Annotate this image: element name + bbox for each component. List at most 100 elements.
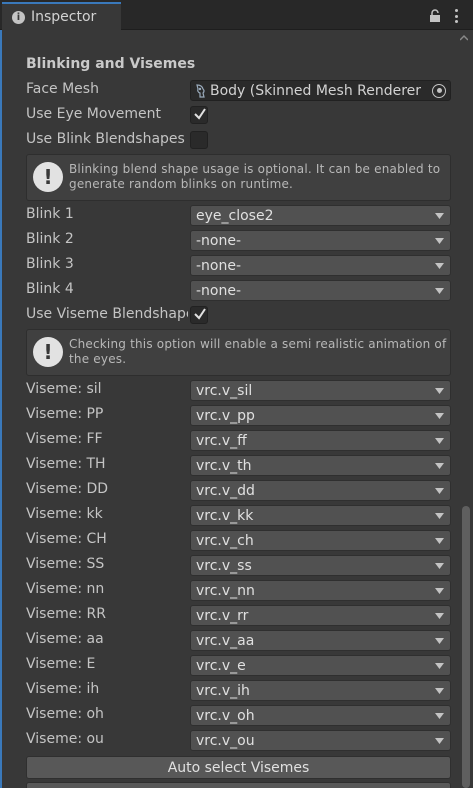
chevron-down-icon: [435, 687, 444, 694]
dropdown-value: vrc.v_nn: [196, 582, 255, 599]
chevron-down-icon: [435, 287, 444, 294]
viseme-label: Viseme: SS: [26, 556, 105, 572]
blink-3-dropdown[interactable]: -none-: [190, 255, 451, 276]
viseme-label: Viseme: ou: [26, 731, 104, 747]
blink-blendshapes-checkbox[interactable]: [190, 131, 208, 149]
blink-4-dropdown[interactable]: -none-: [190, 280, 451, 301]
viseme-blendshapes-label: Use Viseme Blendshapes: [26, 306, 188, 322]
section-title: Blinking and Visemes: [26, 56, 196, 72]
object-picker-icon[interactable]: [432, 83, 446, 98]
dropdown-value: vrc.v_ff: [196, 432, 247, 449]
viseme-pp-dropdown[interactable]: vrc.v_pp: [190, 405, 451, 426]
viseme-ou-dropdown[interactable]: vrc.v_ou: [190, 730, 451, 751]
viseme-aa-dropdown[interactable]: vrc.v_aa: [190, 630, 451, 651]
auto-select-visemes-button[interactable]: Auto select Visemes: [26, 756, 451, 779]
chevron-down-icon: [435, 487, 444, 494]
viseme-label: Viseme: FF: [26, 431, 103, 447]
scrollbar-thumb[interactable]: [462, 506, 470, 788]
dropdown-value: vrc.v_th: [196, 457, 252, 474]
viseme-label: Viseme: DD: [26, 481, 109, 497]
face-mesh-field[interactable]: Body (Skinned Mesh Renderer: [190, 80, 451, 101]
chevron-down-icon: [435, 587, 444, 594]
viseme-e-dropdown[interactable]: vrc.v_e: [190, 655, 451, 676]
chevron-down-icon: [435, 737, 444, 744]
viseme-ch-dropdown[interactable]: vrc.v_ch: [190, 530, 451, 551]
chevron-down-icon: [435, 512, 444, 519]
chevron-down-icon: [435, 537, 444, 544]
viseme-label: Viseme: sil: [26, 381, 102, 397]
face-mesh-label: Face Mesh: [26, 81, 99, 97]
checkmark-icon: [194, 308, 206, 320]
chevron-down-icon: [435, 237, 444, 244]
dropdown-value: -none-: [196, 232, 242, 249]
chevron-down-icon: [435, 437, 444, 444]
viseme-blendshapes-checkbox[interactable]: [190, 306, 208, 324]
dropdown-value: eye_close2: [196, 207, 274, 224]
chevron-down-icon: [435, 412, 444, 419]
blink-label: Blink 2: [26, 231, 74, 247]
viseme-label: Viseme: TH: [26, 456, 106, 472]
dropdown-value: -none-: [196, 257, 242, 274]
face-mesh-value: Body (Skinned Mesh Renderer: [210, 82, 422, 99]
dropdown-value: vrc.v_pp: [196, 407, 255, 424]
chevron-down-icon: [435, 712, 444, 719]
viseme-rr-dropdown[interactable]: vrc.v_rr: [190, 605, 451, 626]
blink-label: Blink 3: [26, 256, 74, 272]
blink-help-box: ! Blinking blend shape usage is optional…: [26, 154, 451, 201]
skinned-mesh-icon: [196, 83, 205, 98]
tab-inspector[interactable]: i Inspector: [2, 2, 121, 30]
viseme-ff-dropdown[interactable]: vrc.v_ff: [190, 430, 451, 451]
viseme-help-box: ! Checking this option will enable a sem…: [26, 329, 451, 376]
chevron-down-icon: [435, 562, 444, 569]
viseme-th-dropdown[interactable]: vrc.v_th: [190, 455, 451, 476]
chevron-down-icon: [435, 612, 444, 619]
viseme-label: Viseme: oh: [26, 706, 104, 722]
viseme-label: Viseme: nn: [26, 581, 105, 597]
viseme-label: Viseme: CH: [26, 531, 107, 547]
kebab-menu-icon[interactable]: [452, 8, 460, 24]
chevron-down-icon: [435, 462, 444, 469]
next-button-partial[interactable]: [26, 782, 451, 788]
chevron-down-icon: [435, 387, 444, 394]
scroll-up-icon[interactable]: [460, 34, 468, 42]
viseme-label: Viseme: E: [26, 656, 96, 672]
warning-icon: !: [33, 162, 63, 192]
viseme-nn-dropdown[interactable]: vrc.v_nn: [190, 580, 451, 601]
dropdown-value: vrc.v_ih: [196, 682, 250, 699]
chevron-down-icon: [435, 262, 444, 269]
dropdown-value: vrc.v_rr: [196, 607, 249, 624]
dropdown-value: vrc.v_sil: [196, 382, 253, 399]
viseme-sil-dropdown[interactable]: vrc.v_sil: [190, 380, 451, 401]
lock-icon[interactable]: [428, 9, 442, 23]
chevron-down-icon: [435, 212, 444, 219]
inspector-tabbar: i Inspector: [0, 0, 473, 30]
viseme-kk-dropdown[interactable]: vrc.v_kk: [190, 505, 451, 526]
viseme-label: Viseme: PP: [26, 406, 104, 422]
dropdown-value: vrc.v_kk: [196, 507, 254, 524]
viseme-ih-dropdown[interactable]: vrc.v_ih: [190, 680, 451, 701]
viseme-help-text: Checking this option will enable a semi …: [69, 337, 447, 366]
blink-label: Blink 1: [26, 206, 74, 222]
info-icon: i: [12, 10, 25, 24]
dropdown-value: vrc.v_dd: [196, 482, 255, 499]
viseme-ss-dropdown[interactable]: vrc.v_ss: [190, 555, 451, 576]
checkmark-icon: [194, 108, 206, 120]
chevron-down-icon: [435, 662, 444, 669]
dropdown-value: -none-: [196, 282, 242, 299]
viseme-label: Viseme: ih: [26, 681, 100, 697]
blink-blendshapes-label: Use Blink Blendshapes: [26, 131, 185, 147]
viseme-oh-dropdown[interactable]: vrc.v_oh: [190, 705, 451, 726]
blink-1-dropdown[interactable]: eye_close2: [190, 205, 451, 226]
panel-accent-bar: [0, 30, 2, 788]
tab-title: Inspector: [31, 9, 97, 25]
blink-help-text: Blinking blend shape usage is optional. …: [69, 162, 441, 191]
dropdown-value: vrc.v_ou: [196, 732, 255, 749]
blink-2-dropdown[interactable]: -none-: [190, 230, 451, 251]
chevron-down-icon: [435, 637, 444, 644]
dropdown-value: vrc.v_aa: [196, 632, 255, 649]
viseme-dd-dropdown[interactable]: vrc.v_dd: [190, 480, 451, 501]
eye-movement-checkbox[interactable]: [190, 106, 208, 124]
viseme-label: Viseme: RR: [26, 606, 106, 622]
dropdown-value: vrc.v_oh: [196, 707, 255, 724]
warning-icon: !: [33, 337, 63, 367]
